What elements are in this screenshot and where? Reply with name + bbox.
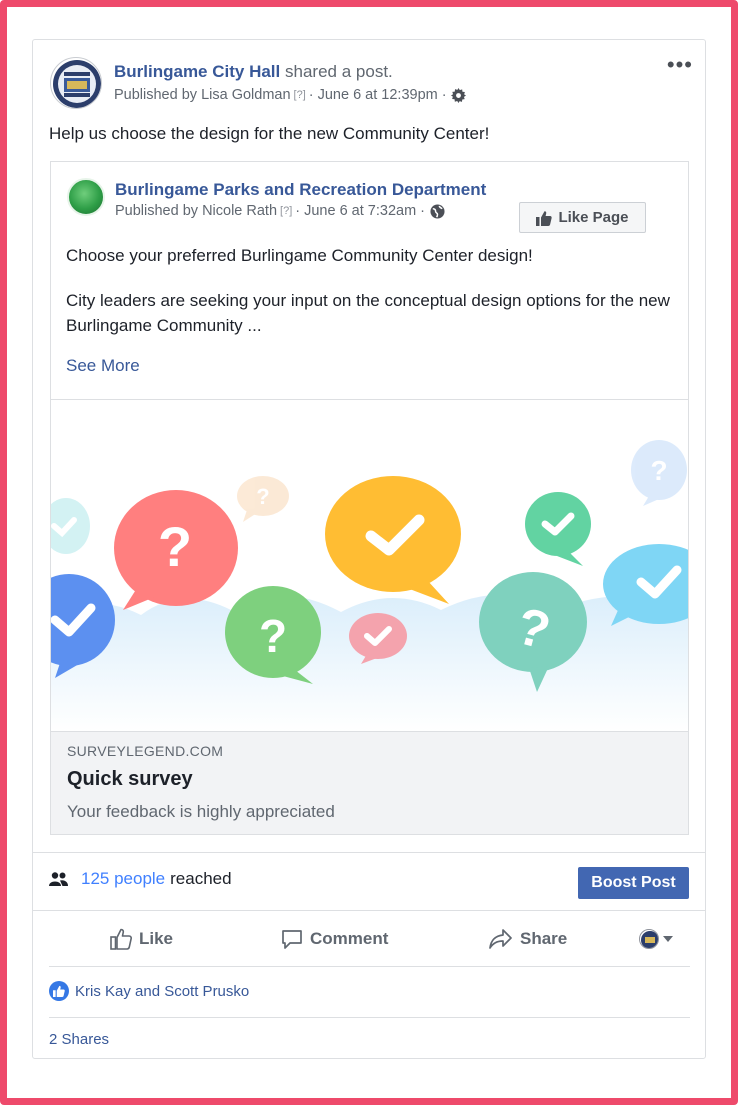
action-bar: Like Comment Share xyxy=(49,912,690,966)
like-label: Like xyxy=(139,929,174,948)
svg-text:?: ? xyxy=(650,455,667,486)
share-label: Share xyxy=(520,929,568,948)
post-card: ••• Burlingame City Hall shared a post. … xyxy=(32,39,706,1059)
shared-post: Burlingame Parks and Recreation Departme… xyxy=(50,161,689,835)
gear-icon[interactable] xyxy=(450,87,466,103)
svg-text:?: ? xyxy=(259,610,287,662)
help-mark[interactable]: [?] xyxy=(280,205,292,217)
divider xyxy=(49,966,690,967)
share-arrow-icon xyxy=(489,929,512,949)
survey-illustration[interactable]: ? ? ? ? ? xyxy=(51,399,688,732)
link-title: Quick survey xyxy=(67,768,193,790)
link-preview[interactable]: SURVEYLEGEND.COM Quick survey Your feedb… xyxy=(51,731,688,834)
like-page-label: Like Page xyxy=(558,209,629,226)
svg-text:?: ? xyxy=(256,484,269,509)
boost-post-button[interactable]: Boost Post xyxy=(578,867,689,899)
post-meta: Published by Lisa Goldman [?] · June 6 a… xyxy=(114,87,466,103)
share-button[interactable]: Share xyxy=(489,928,567,950)
likes-summary: Kris Kay and Scott Prusko xyxy=(49,981,249,1001)
comment-label: Comment xyxy=(310,929,389,948)
reach-count-link[interactable]: 125 people xyxy=(81,869,165,889)
thumbs-up-outline-icon xyxy=(110,928,132,950)
parks-page-link[interactable]: Burlingame Parks and Recreation Departme… xyxy=(115,180,486,200)
likers-link[interactable]: Kris Kay and Scott Prusko xyxy=(75,983,249,1000)
publisher-name[interactable]: Nicole Rath xyxy=(202,203,277,219)
published-by-label: Published by xyxy=(114,87,198,103)
globe-icon xyxy=(430,203,445,219)
like-button[interactable]: Like xyxy=(110,928,173,950)
page-avatar-small xyxy=(639,929,659,949)
city-hall-avatar[interactable] xyxy=(50,57,102,109)
divider xyxy=(33,910,705,911)
thumbs-up-icon xyxy=(536,210,553,226)
see-more-link[interactable]: See More xyxy=(66,356,140,376)
help-mark[interactable]: [?] xyxy=(294,89,306,101)
caret-down-icon xyxy=(663,936,673,942)
published-by-label: Published by xyxy=(115,203,199,219)
post-link[interactable]: post. xyxy=(356,62,393,81)
publisher-name[interactable]: Lisa Goldman xyxy=(201,87,290,103)
shares-count-link[interactable]: 2 Shares xyxy=(49,1031,109,1048)
more-options-icon[interactable]: ••• xyxy=(667,54,693,76)
reach-row: 125 people reached xyxy=(49,869,232,889)
divider xyxy=(49,1017,690,1018)
shared-date[interactable]: · June 6 at 7:32am · xyxy=(295,203,425,219)
shared-headline-text: Choose your preferred Burlingame Communi… xyxy=(66,246,533,265)
divider xyxy=(33,852,705,853)
link-domain: SURVEYLEGEND.COM xyxy=(67,743,224,759)
shared-body-text: City leaders are seeking your input on t… xyxy=(66,291,670,335)
shared-meta: Published by Nicole Rath [?] · June 6 at… xyxy=(115,203,445,219)
comment-icon xyxy=(282,930,302,949)
post-as-selector[interactable] xyxy=(639,929,673,949)
like-reaction-icon xyxy=(49,981,69,1001)
author-link[interactable]: Burlingame City Hall xyxy=(114,62,280,81)
people-icon xyxy=(49,872,68,886)
post-headline: Burlingame City Hall shared a post. xyxy=(114,61,393,83)
link-description: Your feedback is highly appreciated xyxy=(67,802,335,821)
reach-suffix: reached xyxy=(170,869,232,888)
post-message: Help us choose the design for the new Co… xyxy=(49,124,490,143)
parks-avatar[interactable] xyxy=(67,178,105,216)
shared-text: shared a xyxy=(285,62,352,81)
post-date[interactable]: · June 6 at 12:39pm · xyxy=(309,87,447,103)
comment-button[interactable]: Comment xyxy=(281,928,388,950)
svg-text:?: ? xyxy=(158,515,192,578)
like-page-button[interactable]: Like Page xyxy=(519,202,646,233)
